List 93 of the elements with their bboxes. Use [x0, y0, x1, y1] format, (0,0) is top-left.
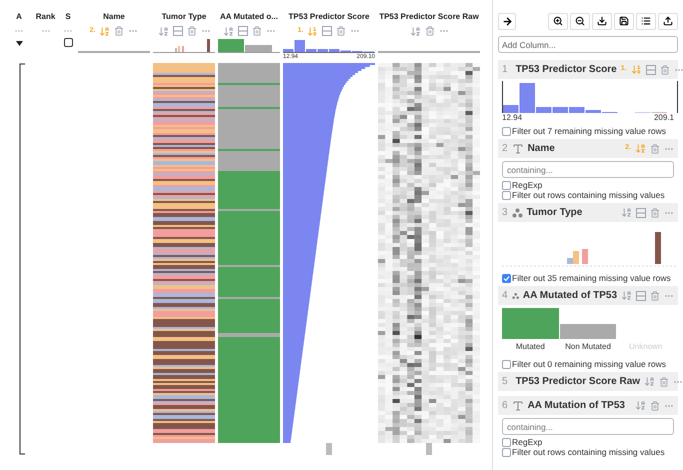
- arrow-right-icon: [502, 16, 512, 26]
- category-icon: [512, 208, 523, 218]
- row-marker: [326, 443, 332, 455]
- category-label: Mutated: [516, 341, 545, 353]
- trash-icon[interactable]: [650, 208, 660, 218]
- trash-icon[interactable]: [650, 290, 660, 300]
- zoom-in-icon: [553, 16, 563, 26]
- sort-icon[interactable]: [621, 290, 632, 301]
- checkbox-label: Filter out rows containing missing values: [512, 190, 665, 200]
- upload-button[interactable]: [658, 12, 678, 30]
- trash-icon[interactable]: [650, 144, 660, 154]
- checkbox-label: Filter out 0 remaining missing value rows: [512, 359, 666, 369]
- add-column-field[interactable]: Add Column...: [498, 36, 678, 53]
- list-button[interactable]: [636, 12, 656, 30]
- sort-icon[interactable]: [644, 376, 656, 387]
- checkbox[interactable]: [502, 126, 511, 136]
- trash-icon[interactable]: [114, 26, 124, 36]
- download-button[interactable]: [592, 12, 612, 30]
- panel-title: TP53 Predictor Score Raw: [516, 375, 640, 389]
- download-icon: [597, 16, 607, 26]
- column-header[interactable]: Tumor Type: [162, 10, 206, 24]
- column-header[interactable]: Name: [103, 10, 125, 24]
- category-histogram-drawing: [153, 38, 215, 53]
- text-icon: [512, 400, 524, 412]
- filter-input[interactable]: containing...: [502, 161, 674, 178]
- list-icon: [641, 16, 651, 26]
- collapse-icon[interactable]: [636, 290, 646, 300]
- checkbox-label: Filter out 35 remaining missing value rows: [512, 273, 671, 283]
- filter-input[interactable]: containing...: [502, 418, 674, 435]
- panel-title: Tumor Type: [526, 206, 582, 220]
- axis-max-label: 209.1: [654, 113, 674, 122]
- checkbox-label: Filter out rows containing missing values: [512, 447, 665, 457]
- checkbox[interactable]: [502, 438, 511, 446]
- axis-min-label: 12.94: [502, 113, 522, 122]
- sort-icon[interactable]: [158, 26, 168, 36]
- category-icon: [512, 290, 519, 300]
- panel-title: AA Mutated of TP53: [522, 289, 617, 303]
- sort-icon[interactable]: [621, 207, 632, 218]
- zoom-in-button[interactable]: [548, 12, 568, 30]
- column-header[interactable]: S: [65, 10, 71, 24]
- sort-icon[interactable]: [635, 400, 646, 411]
- category-histogram-drawing: [218, 38, 280, 53]
- save-button[interactable]: [614, 12, 634, 30]
- checkbox-label: RegExp: [512, 180, 542, 190]
- checkbox[interactable]: [502, 274, 511, 282]
- collapse-panel-button[interactable]: [498, 12, 516, 30]
- panel-title: TP53 Predictor Score: [516, 63, 617, 77]
- sort-icon[interactable]: [307, 26, 318, 36]
- checkbox[interactable]: [502, 448, 511, 456]
- panel-title: Name: [528, 142, 555, 156]
- checkbox-label: Filter out 7 remaining missing value rows: [512, 126, 666, 136]
- collapse-icon[interactable]: [636, 208, 646, 218]
- checkbox[interactable]: [502, 190, 511, 200]
- category-label: Non Mutated: [565, 341, 611, 353]
- trash-icon[interactable]: [336, 26, 346, 36]
- collapse-icon[interactable]: [172, 26, 182, 36]
- select-all-checkbox[interactable]: [64, 38, 72, 47]
- collapse-icon[interactable]: [238, 26, 248, 36]
- checkbox-label: RegExp: [512, 437, 542, 447]
- column-header[interactable]: Rank: [36, 10, 56, 24]
- column-header[interactable]: A: [16, 10, 22, 24]
- panel-index: 1: [502, 63, 508, 77]
- panel-title: AA Mutation of TP53: [528, 399, 625, 413]
- sort-icon[interactable]: [635, 143, 646, 154]
- checkbox[interactable]: [502, 360, 511, 368]
- text-icon: [512, 142, 524, 154]
- save-icon: [619, 16, 629, 26]
- upload-icon: [663, 16, 673, 26]
- trash-icon[interactable]: [186, 26, 196, 36]
- zoom-out-icon: [575, 16, 585, 26]
- checkbox[interactable]: [502, 180, 511, 190]
- collapse-icon[interactable]: [322, 26, 332, 36]
- sort-icon[interactable]: [410, 26, 420, 36]
- panel-index: 6: [502, 399, 508, 413]
- sort-icon[interactable]: [99, 26, 110, 36]
- panel-index: 5: [502, 375, 508, 389]
- panel-index: 3: [502, 206, 508, 220]
- row-marker: [426, 443, 432, 455]
- column-header[interactable]: TP53 Predictor Score: [288, 10, 370, 24]
- column-header[interactable]: TP53 Predictor Score Raw: [379, 10, 479, 24]
- sort-icon[interactable]: [630, 64, 642, 75]
- collapse-icon[interactable]: [646, 64, 656, 74]
- panel-index: 2: [502, 142, 508, 156]
- trash-icon[interactable]: [659, 376, 670, 386]
- trash-icon[interactable]: [252, 26, 262, 36]
- trash-icon[interactable]: [424, 26, 434, 36]
- column-header[interactable]: AA Mutated o...: [220, 10, 278, 24]
- trash-icon[interactable]: [660, 64, 670, 74]
- caret-icon[interactable]: [16, 41, 22, 46]
- trash-icon[interactable]: [650, 400, 660, 410]
- panel-index: 4: [502, 289, 508, 303]
- zoom-out-button[interactable]: [570, 12, 590, 30]
- sort-icon[interactable]: [222, 26, 234, 36]
